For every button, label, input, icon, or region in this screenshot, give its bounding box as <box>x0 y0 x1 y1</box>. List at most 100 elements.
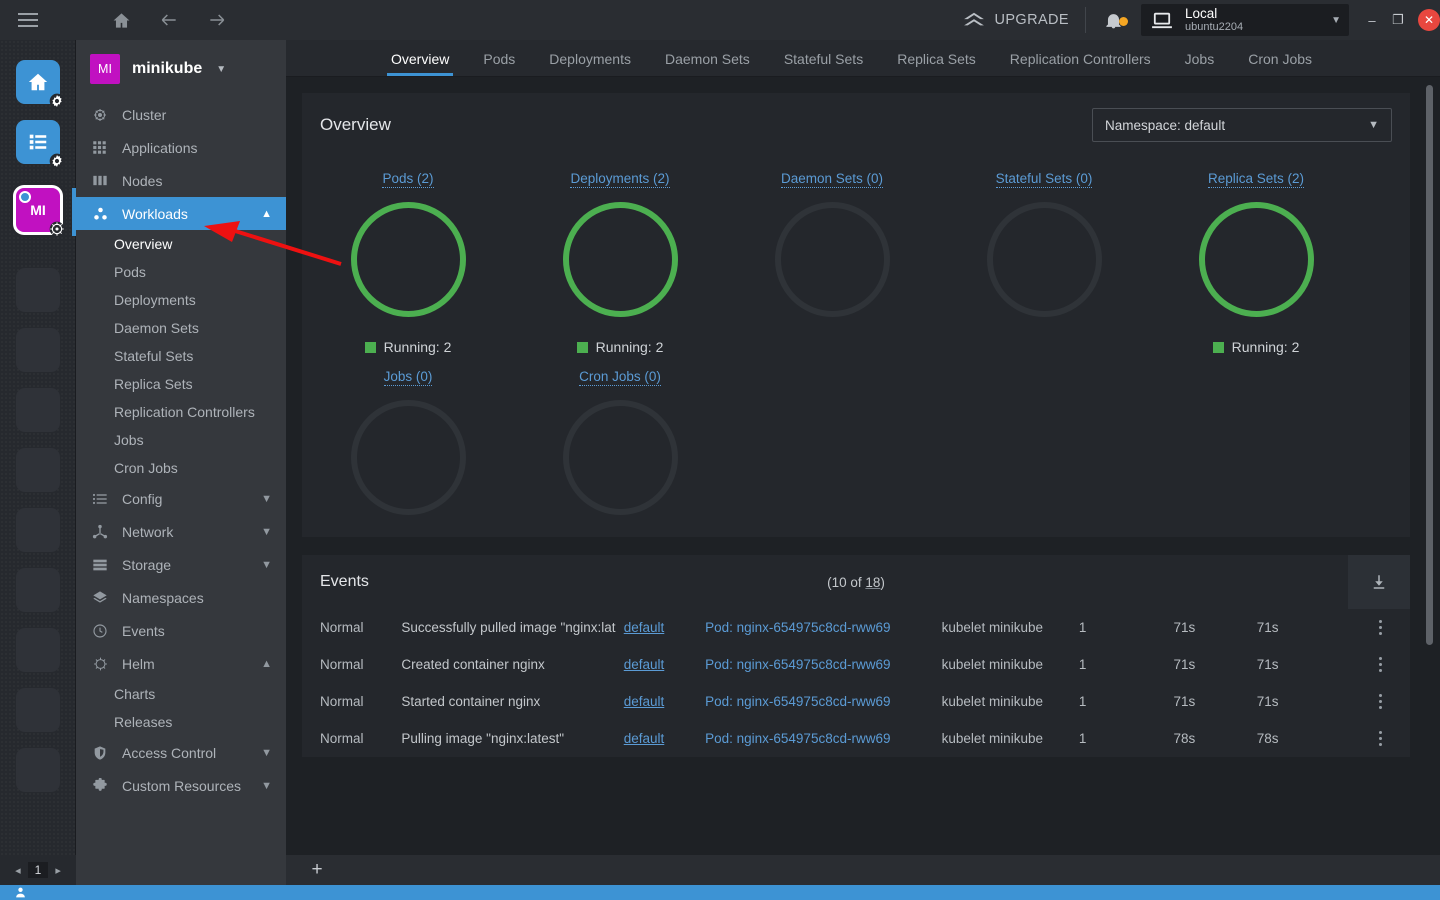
events-count-total[interactable]: 18 <box>865 575 880 590</box>
pager-next-button[interactable]: ▸ <box>55 864 61 877</box>
forward-arrow-icon[interactable] <box>204 7 230 33</box>
namespace-link[interactable]: default <box>624 694 665 709</box>
dock-placeholder-tile[interactable] <box>16 268 60 312</box>
tab-stateful-sets[interactable]: Stateful Sets <box>767 51 880 76</box>
cluster-context-selector[interactable]: MI minikube ▼ <box>76 40 286 98</box>
sidebar-subitem-pods[interactable]: Pods <box>76 258 286 286</box>
workload-card-title[interactable]: Replica Sets (2) <box>1207 171 1305 188</box>
sidebar-item-network[interactable]: Network ▼ <box>76 515 286 548</box>
namespace-select[interactable]: Namespace: default ▼ <box>1092 108 1392 142</box>
hamburger-menu-icon[interactable] <box>0 19 56 21</box>
table-row[interactable]: Normal Pulling image "nginx:latest" defa… <box>302 720 1410 757</box>
app-window: UPGRADE Local ubuntu2204 ▼ – ❐ ✕ MI MI m… <box>0 0 1440 900</box>
workload-card-title[interactable]: Cron Jobs (0) <box>579 369 661 386</box>
table-row[interactable]: Normal Started container nginx default P… <box>302 683 1410 720</box>
workload-card-title[interactable]: Stateful Sets (0) <box>995 171 1093 188</box>
maximize-button[interactable]: ❐ <box>1385 5 1411 35</box>
dock-placeholder-tile[interactable] <box>16 748 60 792</box>
chevron-down-icon: ▼ <box>216 63 227 75</box>
host-selector[interactable]: Local ubuntu2204 ▼ <box>1141 4 1349 36</box>
sidebar-item-helm[interactable]: Helm ▲ <box>76 647 286 680</box>
dock-placeholder-tile[interactable] <box>16 328 60 372</box>
download-button[interactable] <box>1348 555 1410 609</box>
dock-placeholder-tile[interactable] <box>16 448 60 492</box>
dock-placeholder-tile[interactable] <box>16 508 60 552</box>
upgrade-button[interactable]: UPGRADE <box>963 11 1085 29</box>
notifications-button[interactable] <box>1086 11 1141 30</box>
table-row[interactable]: Normal Created container nginx default P… <box>302 646 1410 683</box>
event-object[interactable]: Pod: nginx-654975c8cd-rww69 <box>705 657 942 672</box>
row-menu-button[interactable] <box>1351 626 1410 629</box>
dock-catalog-tile[interactable] <box>16 120 64 168</box>
sidebar-subitem-jobs[interactable]: Jobs <box>76 426 286 454</box>
sidebar-subitem-releases[interactable]: Releases <box>76 708 286 736</box>
row-menu-button[interactable] <box>1351 737 1410 740</box>
workload-card-title[interactable]: Daemon Sets (0) <box>780 171 884 188</box>
host-name: Local <box>1185 5 1218 21</box>
tab-overview[interactable]: Overview <box>374 51 466 76</box>
sidebar-item-namespaces[interactable]: Namespaces <box>76 581 286 614</box>
sidebar-subitem-overview[interactable]: Overview <box>76 230 286 258</box>
dock-placeholder-tile[interactable] <box>16 628 60 672</box>
sidebar-subitem-cron-jobs[interactable]: Cron Jobs <box>76 454 286 482</box>
dock-home-tile[interactable] <box>16 60 64 108</box>
sidebar-item-storage[interactable]: Storage ▼ <box>76 548 286 581</box>
workload-card-title[interactable]: Jobs (0) <box>383 369 433 386</box>
namespace-link[interactable]: default <box>624 731 665 746</box>
row-menu-button[interactable] <box>1351 663 1410 666</box>
event-object[interactable]: Pod: nginx-654975c8cd-rww69 <box>705 694 942 709</box>
dock-cluster-tile-minikube[interactable]: MI <box>16 188 64 236</box>
event-object[interactable]: Pod: nginx-654975c8cd-rww69 <box>705 620 942 635</box>
legend-label: Running: 2 <box>595 339 664 355</box>
workload-card-title[interactable]: Deployments (2) <box>570 171 670 188</box>
table-row[interactable]: Normal Successfully pulled image "nginx:… <box>302 609 1410 646</box>
sidebar-item-events[interactable]: Events <box>76 614 286 647</box>
tab-jobs[interactable]: Jobs <box>1168 51 1232 76</box>
tab-deployments[interactable]: Deployments <box>532 51 648 76</box>
event-count: 1 <box>1078 620 1087 635</box>
pager-prev-button[interactable]: ◂ <box>15 864 21 877</box>
sidebar-item-applications[interactable]: Applications <box>76 131 286 164</box>
tab-replica-sets[interactable]: Replica Sets <box>880 51 993 76</box>
dock-placeholder-tile[interactable] <box>16 388 60 432</box>
sidebar-item-label: Cluster <box>122 106 167 123</box>
event-message: Created container nginx <box>401 657 545 672</box>
tab-cron-jobs[interactable]: Cron Jobs <box>1231 51 1329 76</box>
back-arrow-icon[interactable] <box>156 7 182 33</box>
home-icon[interactable] <box>108 7 134 33</box>
event-first-seen: 71s <box>1173 694 1196 709</box>
sidebar-item-nodes[interactable]: Nodes <box>76 164 286 197</box>
namespace-link[interactable]: default <box>624 657 665 672</box>
workload-card-title[interactable]: Pods (2) <box>382 171 434 188</box>
sidebar-item-workloads[interactable]: Workloads ▲ <box>76 197 286 230</box>
add-tab-button[interactable]: + <box>286 859 348 881</box>
sidebar-subitem-daemon-sets[interactable]: Daemon Sets <box>76 314 286 342</box>
minimize-button[interactable]: – <box>1359 5 1385 35</box>
pager-page-number[interactable]: 1 <box>27 862 49 878</box>
dock-tile-label: MI <box>30 202 46 218</box>
puzzle-icon <box>92 777 114 795</box>
tab-replication-controllers[interactable]: Replication Controllers <box>993 51 1168 76</box>
sidebar-subitem-replication-controllers[interactable]: Replication Controllers <box>76 398 286 426</box>
tab-daemon-sets[interactable]: Daemon Sets <box>648 51 767 76</box>
sidebar-item-config[interactable]: Config ▼ <box>76 482 286 515</box>
dock-placeholder-tile[interactable] <box>16 688 60 732</box>
sidebar: MI minikube ▼ Cluster Applications Nodes… <box>76 40 286 855</box>
sidebar-item-access-control[interactable]: Access Control ▼ <box>76 736 286 769</box>
events-panel: Events (10 of 18) Normal Successfully pu… <box>302 555 1410 757</box>
sidebar-subitem-deployments[interactable]: Deployments <box>76 286 286 314</box>
event-object[interactable]: Pod: nginx-654975c8cd-rww69 <box>705 731 942 746</box>
sidebar-item-cluster[interactable]: Cluster <box>76 98 286 131</box>
dock-placeholder-tile[interactable] <box>16 568 60 612</box>
sidebar-subitem-stateful-sets[interactable]: Stateful Sets <box>76 342 286 370</box>
namespace-link[interactable]: default <box>624 620 665 635</box>
tab-pods[interactable]: Pods <box>466 51 532 76</box>
close-button[interactable]: ✕ <box>1418 9 1440 31</box>
row-menu-button[interactable] <box>1351 700 1410 703</box>
sidebar-item-custom-resources[interactable]: Custom Resources ▼ <box>76 769 286 802</box>
event-first-seen: 71s <box>1173 620 1196 635</box>
sidebar-subitem-replica-sets[interactable]: Replica Sets <box>76 370 286 398</box>
chevron-up-icon: ▲ <box>261 657 272 670</box>
vertical-scrollbar[interactable] <box>1426 85 1433 645</box>
sidebar-subitem-charts[interactable]: Charts <box>76 680 286 708</box>
